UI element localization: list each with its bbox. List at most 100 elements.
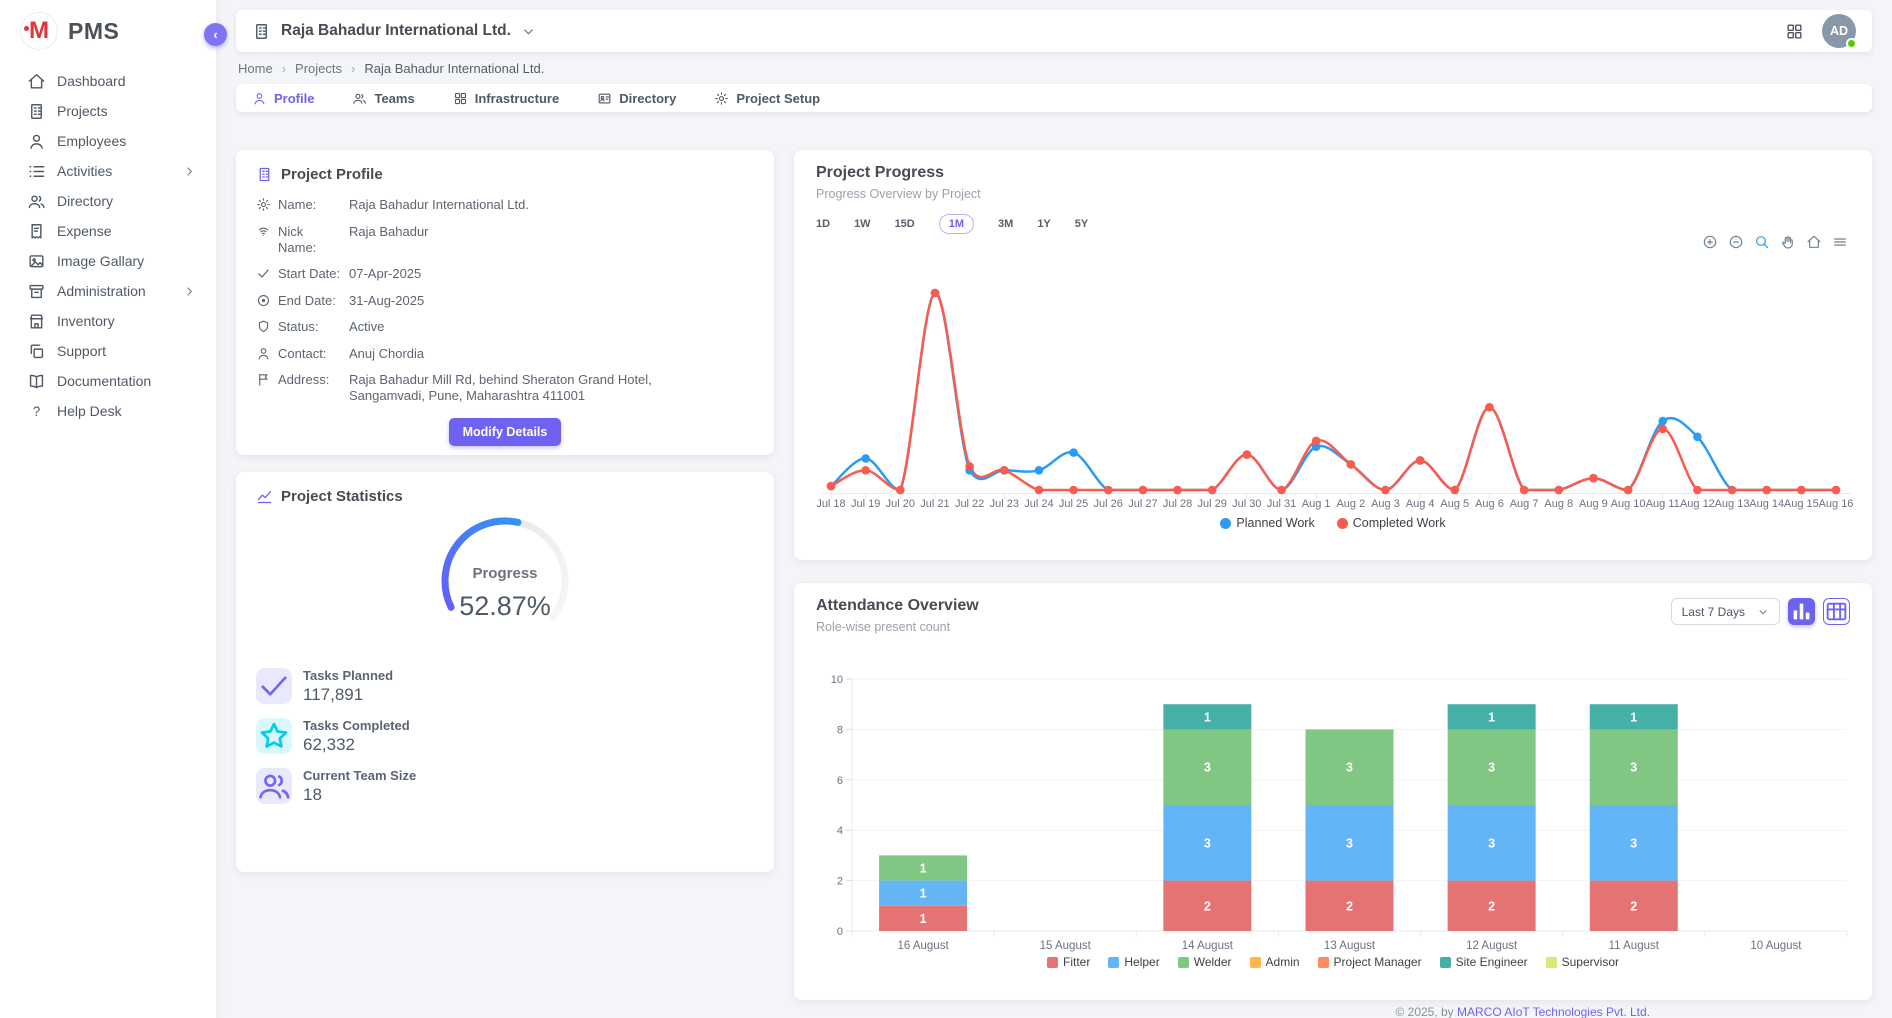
- brand[interactable]: M PMS: [0, 0, 216, 58]
- sidebar-item-label: Help Desk: [57, 403, 196, 419]
- sidebar-item-expense[interactable]: Expense: [0, 216, 216, 246]
- sidebar-item-support[interactable]: Support: [0, 336, 216, 366]
- zoom-out-icon[interactable]: [1728, 234, 1744, 250]
- legend-item-helper[interactable]: Helper: [1108, 955, 1159, 969]
- date-range-select[interactable]: Last 7 Days: [1671, 598, 1780, 625]
- sidebar-item-administration[interactable]: Administration: [0, 276, 216, 306]
- modify-details-button[interactable]: Modify Details: [449, 418, 562, 446]
- sidebar-item-directory[interactable]: Directory: [0, 186, 216, 216]
- sidebar-collapse-button[interactable]: ‹: [204, 23, 227, 46]
- sidebar-item-employees[interactable]: Employees: [0, 126, 216, 156]
- tab-profile[interactable]: Profile: [252, 84, 314, 112]
- range-button-15d[interactable]: 15D: [895, 215, 915, 233]
- breadcrumb-separator: ›: [282, 61, 286, 76]
- legend-item-admin[interactable]: Admin: [1250, 955, 1300, 969]
- breadcrumb-item[interactable]: Projects: [295, 61, 342, 76]
- range-button-1d[interactable]: 1D: [816, 215, 830, 233]
- svg-text:13 August: 13 August: [1324, 940, 1376, 952]
- svg-text:Aug 12: Aug 12: [1680, 498, 1715, 510]
- hand-icon[interactable]: [1780, 234, 1796, 250]
- users-icon: [256, 768, 292, 804]
- svg-text:2: 2: [1488, 899, 1495, 913]
- legend-item-planned-work[interactable]: Planned Work: [1220, 516, 1314, 530]
- profile-title-icon: [256, 166, 273, 183]
- company-name: Raja Bahadur International Ltd.: [281, 22, 511, 40]
- sidebar-item-projects[interactable]: Projects: [0, 96, 216, 126]
- building-icon: [27, 102, 46, 121]
- legend-swatch: [1250, 957, 1261, 968]
- field-value: 31-Aug-2025: [349, 293, 424, 309]
- field-label: End Date:: [278, 293, 342, 309]
- magnifier-icon[interactable]: [1754, 234, 1770, 250]
- footer-text: © 2025, by: [1395, 1005, 1457, 1018]
- legend-item-completed-work[interactable]: Completed Work: [1337, 516, 1446, 530]
- grid-icon: [453, 91, 468, 106]
- svg-text:12 August: 12 August: [1466, 940, 1518, 952]
- svg-text:11 August: 11 August: [1609, 940, 1660, 952]
- topbar-right: AD: [1785, 14, 1856, 48]
- legend-item-site-engineer[interactable]: Site Engineer: [1440, 955, 1528, 969]
- profile-field-name: Name:Raja Bahadur International Ltd.: [256, 197, 754, 213]
- home-icon[interactable]: [1806, 234, 1822, 250]
- stat-value: 117,891: [303, 685, 393, 705]
- range-button-1y[interactable]: 1Y: [1037, 215, 1050, 233]
- sidebar-item-dashboard[interactable]: Dashboard: [0, 66, 216, 96]
- tab-project-setup[interactable]: Project Setup: [714, 84, 820, 112]
- sidebar-item-documentation[interactable]: Documentation: [0, 366, 216, 396]
- archive-icon: [27, 282, 46, 301]
- svg-text:Aug 8: Aug 8: [1544, 498, 1573, 510]
- apps-grid-icon[interactable]: [1785, 22, 1804, 41]
- svg-text:3: 3: [1488, 836, 1495, 850]
- check-icon: [256, 266, 271, 281]
- field-value: 07-Apr-2025: [349, 266, 421, 282]
- svg-text:1: 1: [1204, 710, 1211, 724]
- menu-icon[interactable]: [1832, 234, 1848, 250]
- receipt-icon: [27, 222, 46, 241]
- sidebar-item-label: Directory: [57, 193, 196, 209]
- breadcrumb-item[interactable]: Home: [238, 61, 273, 76]
- svg-text:3: 3: [1630, 761, 1637, 775]
- svg-text:8: 8: [837, 724, 843, 736]
- range-button-3m[interactable]: 3M: [998, 215, 1013, 233]
- tab-directory[interactable]: Directory: [597, 84, 676, 112]
- range-button-1m[interactable]: 1M: [939, 214, 974, 234]
- users-icon: [27, 192, 46, 211]
- company-building-icon: [252, 22, 271, 41]
- zoom-in-icon[interactable]: [1702, 234, 1718, 250]
- company-selector[interactable]: Raja Bahadur International Ltd.: [252, 22, 536, 41]
- field-label: Start Date:: [278, 266, 342, 282]
- legend-item-welder[interactable]: Welder: [1178, 955, 1232, 969]
- legend-swatch: [1318, 957, 1329, 968]
- sidebar-item-help-desk[interactable]: ? Help Desk: [0, 396, 216, 426]
- legend-item-project-manager[interactable]: Project Manager: [1318, 955, 1422, 969]
- svg-text:Jul 19: Jul 19: [851, 498, 880, 510]
- sidebar-item-activities[interactable]: Activities: [0, 156, 216, 186]
- sidebar-item-label: Projects: [57, 103, 196, 119]
- footer-company-link[interactable]: MARCO AIoT Technologies Pvt. Ltd.: [1457, 1005, 1650, 1018]
- svg-text:3: 3: [1204, 761, 1211, 775]
- star-icon: [256, 718, 292, 754]
- attendance-overview-card: Attendance Overview Role-wise present co…: [794, 583, 1872, 1000]
- tab-teams[interactable]: Teams: [352, 84, 414, 112]
- sidebar-item-image-gallary[interactable]: Image Gallary: [0, 246, 216, 276]
- svg-text:2: 2: [1346, 899, 1353, 913]
- avatar[interactable]: AD: [1822, 14, 1856, 48]
- line-chart: Jul 18Jul 19Jul 20Jul 21Jul 22Jul 23Jul …: [816, 260, 1850, 512]
- svg-text:?: ?: [33, 403, 40, 418]
- tab-infrastructure[interactable]: Infrastructure: [453, 84, 560, 112]
- chart-view-button[interactable]: [1788, 598, 1815, 625]
- sidebar-nav: Dashboard Projects EmployeesActivities Dire…: [0, 66, 216, 426]
- legend-item-supervisor[interactable]: Supervisor: [1546, 955, 1619, 969]
- svg-text:Jul 18: Jul 18: [816, 498, 845, 510]
- range-button-5y[interactable]: 5Y: [1075, 215, 1088, 233]
- table-view-button[interactable]: [1823, 598, 1850, 625]
- svg-text:15 August: 15 August: [1040, 940, 1092, 952]
- svg-text:Aug 15: Aug 15: [1784, 498, 1819, 510]
- legend-item-fitter[interactable]: Fitter: [1047, 955, 1090, 969]
- svg-text:Jul 30: Jul 30: [1232, 498, 1261, 510]
- range-button-1w[interactable]: 1W: [854, 215, 871, 233]
- profile-field-end-date: End Date: 31-Aug-2025: [256, 293, 754, 309]
- sidebar-item-inventory[interactable]: Inventory: [0, 306, 216, 336]
- gauge-value: 52.87%: [420, 591, 590, 622]
- field-value: Raja Bahadur International Ltd.: [349, 197, 529, 213]
